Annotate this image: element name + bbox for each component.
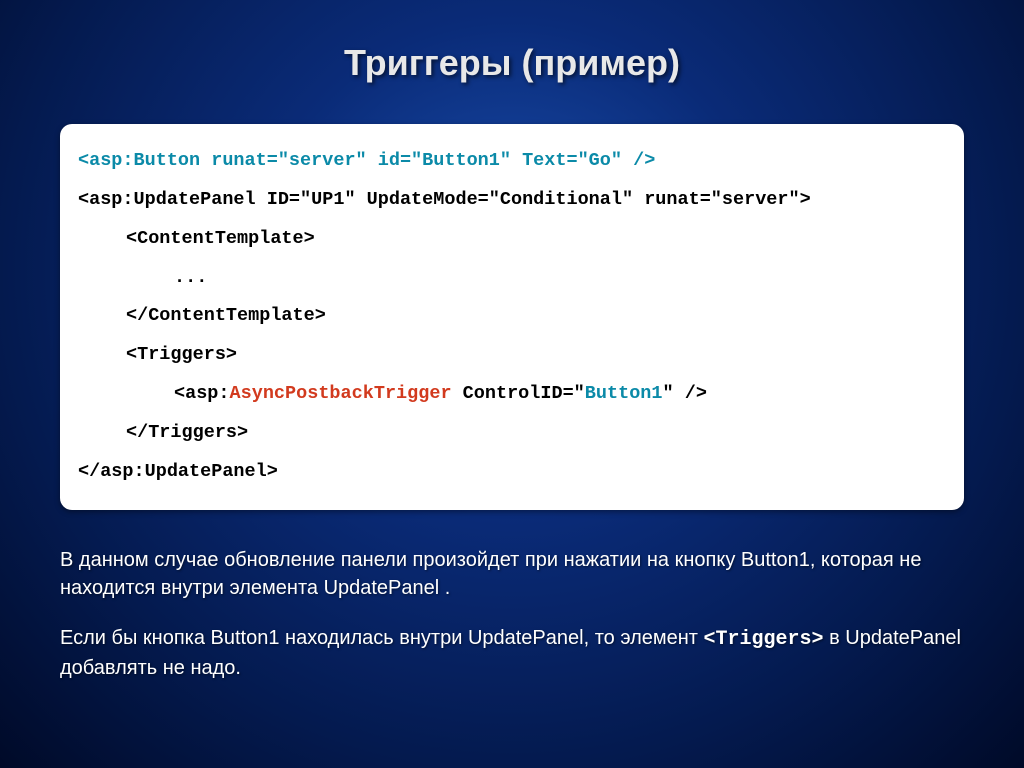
code-l7c: ControlID=" [452, 383, 585, 404]
paragraph-2: Если бы кнопка Button1 находилась внутри… [60, 624, 964, 682]
code-line-1: <asp:Button runat="server" id="Button1" … [78, 150, 655, 171]
code-line-9: </asp:UpdatePanel> [78, 461, 278, 482]
para2-part-a: Если бы кнопка Button1 находилась внутри… [60, 627, 704, 649]
para2-inline-tag: <Triggers> [704, 628, 824, 651]
code-line-2: <asp:UpdatePanel ID="UP1" UpdateMode="Co… [78, 189, 811, 210]
code-line-3: <ContentTemplate> [78, 220, 315, 259]
slide: Триггеры (пример) <asp:Button runat="ser… [0, 0, 1024, 768]
code-line-6: <Triggers> [78, 336, 237, 375]
code-line-8: </Triggers> [78, 414, 248, 453]
code-l7d: Button1 [585, 383, 663, 404]
code-line-5: </ContentTemplate> [78, 297, 326, 336]
code-l7a: <asp: [174, 383, 230, 404]
code-block: <asp:Button runat="server" id="Button1" … [60, 124, 964, 510]
code-line-7: <asp:AsyncPostbackTrigger ControlID="But… [78, 375, 707, 414]
code-line-4: ... [78, 259, 207, 298]
code-l7b: AsyncPostbackTrigger [230, 383, 452, 404]
paragraph-1: В данном случае обновление панели произо… [60, 546, 964, 602]
code-l7e: " /> [663, 383, 707, 404]
slide-title: Триггеры (пример) [0, 0, 1024, 84]
